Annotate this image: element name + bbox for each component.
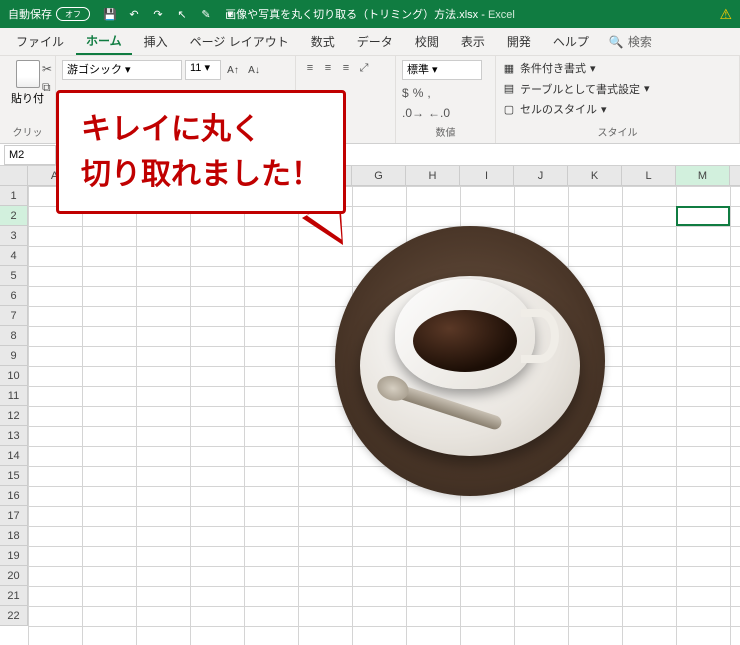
tab-review[interactable]: 校閲 xyxy=(405,29,449,54)
align-middle-icon[interactable]: ≡ xyxy=(320,60,336,76)
row-header[interactable]: 18 xyxy=(0,526,28,546)
touch-icon[interactable]: ✎ xyxy=(198,6,214,22)
styles-group: ▦ 条件付き書式 ▾ ▤ テーブルとして書式設定 ▾ ▢ セルのスタイル ▾ ス… xyxy=(496,56,740,143)
cell-style-icon: ▢ xyxy=(502,102,516,116)
align-bottom-icon[interactable]: ≡ xyxy=(338,60,354,76)
select-all-corner[interactable] xyxy=(0,166,28,186)
warning-icon[interactable]: ⚠ xyxy=(719,6,732,23)
row-header[interactable]: 15 xyxy=(0,466,28,486)
search-icon: 🔍 xyxy=(609,35,624,49)
font-size-select[interactable]: 11 ▾ xyxy=(185,60,221,80)
row-header[interactable]: 4 xyxy=(0,246,28,266)
row-header[interactable]: 21 xyxy=(0,586,28,606)
increase-font-icon[interactable]: A↑ xyxy=(224,60,242,80)
worksheet[interactable]: A B C D E F G H I J K L M 1 2 3 4 5 6 7 … xyxy=(0,166,740,645)
row-header[interactable]: 11 xyxy=(0,386,28,406)
percent-icon[interactable]: % xyxy=(413,86,424,100)
copy-icon[interactable]: ⧉ xyxy=(42,80,52,95)
col-header[interactable]: L xyxy=(622,166,676,185)
tab-help[interactable]: ヘルプ xyxy=(543,29,599,54)
row-header[interactable]: 3 xyxy=(0,226,28,246)
row-header[interactable]: 6 xyxy=(0,286,28,306)
tab-view[interactable]: 表示 xyxy=(451,29,495,54)
undo-icon[interactable]: ↶ xyxy=(126,6,142,22)
tab-page-layout[interactable]: ページ レイアウト xyxy=(180,29,299,54)
row-header[interactable]: 19 xyxy=(0,546,28,566)
cell-styles-button[interactable]: ▢ セルのスタイル ▾ xyxy=(502,101,733,117)
col-header[interactable]: J xyxy=(514,166,568,185)
search-box[interactable]: 🔍 検索 xyxy=(609,33,652,50)
cut-icon[interactable]: ✂ xyxy=(42,62,52,76)
decrease-font-icon[interactable]: A↓ xyxy=(245,60,263,80)
row-header[interactable]: 7 xyxy=(0,306,28,326)
quick-access-toolbar: 💾 ↶ ↷ ↖ ✎ ▾ xyxy=(102,6,238,22)
coffee-image-circle[interactable] xyxy=(335,226,605,496)
clipboard-group: 貼り付 ✂ ⧉ クリッ xyxy=(0,56,56,143)
redo-icon[interactable]: ↷ xyxy=(150,6,166,22)
number-format-select[interactable]: 標準 ▾ xyxy=(402,60,482,80)
row-header[interactable]: 5 xyxy=(0,266,28,286)
format-as-table-button[interactable]: ▤ テーブルとして書式設定 ▾ xyxy=(502,81,733,97)
tab-insert[interactable]: 挿入 xyxy=(134,29,178,54)
align-top-icon[interactable]: ≡ xyxy=(302,60,318,76)
number-group: 標準 ▾ $ % , .0→ ←.0 数値 xyxy=(396,56,496,143)
tab-data[interactable]: データ xyxy=(347,29,403,54)
row-headers[interactable]: 1 2 3 4 5 6 7 8 9 10 11 12 13 14 15 16 1… xyxy=(0,186,28,626)
name-box[interactable]: M2 xyxy=(4,145,56,165)
tab-home[interactable]: ホーム xyxy=(76,28,132,55)
tab-developer[interactable]: 開発 xyxy=(497,29,541,54)
styles-group-label: スタイル xyxy=(502,124,733,139)
decrease-decimal-icon[interactable]: ←.0 xyxy=(428,106,450,120)
tab-formulas[interactable]: 数式 xyxy=(301,29,345,54)
cursor-icon[interactable]: ↖ xyxy=(174,6,190,22)
row-header[interactable]: 12 xyxy=(0,406,28,426)
window-titlebar: 自動保存 オフ 💾 ↶ ↷ ↖ ✎ ▾ 画像や写真を丸く切り取る（トリミング）方… xyxy=(0,0,740,28)
callout-line1: キレイに丸く xyxy=(81,113,261,146)
table-icon: ▤ xyxy=(502,82,516,96)
row-header[interactable]: 22 xyxy=(0,606,28,626)
row-header[interactable]: 8 xyxy=(0,326,28,346)
callout-box: キレイに丸く 切り取れました！ xyxy=(56,90,346,214)
col-header[interactable]: I xyxy=(460,166,514,185)
row-header[interactable]: 10 xyxy=(0,366,28,386)
autosave-toggle[interactable]: 自動保存 オフ xyxy=(8,6,90,22)
selected-cell[interactable] xyxy=(676,206,730,226)
currency-icon[interactable]: $ xyxy=(402,86,409,100)
increase-decimal-icon[interactable]: .0→ xyxy=(402,106,424,120)
clipboard-group-label: クリッ xyxy=(6,124,49,139)
row-header[interactable]: 9 xyxy=(0,346,28,366)
orientation-icon[interactable]: ⤢ xyxy=(356,60,372,76)
callout-line2: 切り取れました！ xyxy=(81,158,321,191)
save-icon[interactable]: 💾 xyxy=(102,6,118,22)
comma-icon[interactable]: , xyxy=(427,86,430,100)
ribbon-tabs: ファイル ホーム 挿入 ページ レイアウト 数式 データ 校閲 表示 開発 ヘル… xyxy=(0,28,740,56)
coffee-photo xyxy=(335,226,605,496)
row-header[interactable]: 2 xyxy=(0,206,28,226)
conditional-format-icon: ▦ xyxy=(502,61,516,75)
row-header[interactable]: 17 xyxy=(0,506,28,526)
conditional-format-button[interactable]: ▦ 条件付き書式 ▾ xyxy=(502,60,733,76)
row-header[interactable]: 13 xyxy=(0,426,28,446)
window-title: 画像や写真を丸く切り取る（トリミング）方法.xlsx - Excel xyxy=(225,6,515,22)
col-header[interactable]: G xyxy=(352,166,406,185)
tab-file[interactable]: ファイル xyxy=(6,29,74,54)
row-header[interactable]: 16 xyxy=(0,486,28,506)
row-header[interactable]: 1 xyxy=(0,186,28,206)
number-group-label: 数値 xyxy=(402,124,489,139)
clipboard-icon xyxy=(16,60,40,88)
row-header[interactable]: 20 xyxy=(0,566,28,586)
font-name-select[interactable]: 游ゴシック ▾ xyxy=(62,60,182,80)
autosave-label: 自動保存 xyxy=(8,6,52,22)
autosave-pill[interactable]: オフ xyxy=(56,7,90,21)
col-header[interactable]: K xyxy=(568,166,622,185)
col-header[interactable]: M xyxy=(676,166,730,185)
row-header[interactable]: 14 xyxy=(0,446,28,466)
col-header[interactable]: H xyxy=(406,166,460,185)
